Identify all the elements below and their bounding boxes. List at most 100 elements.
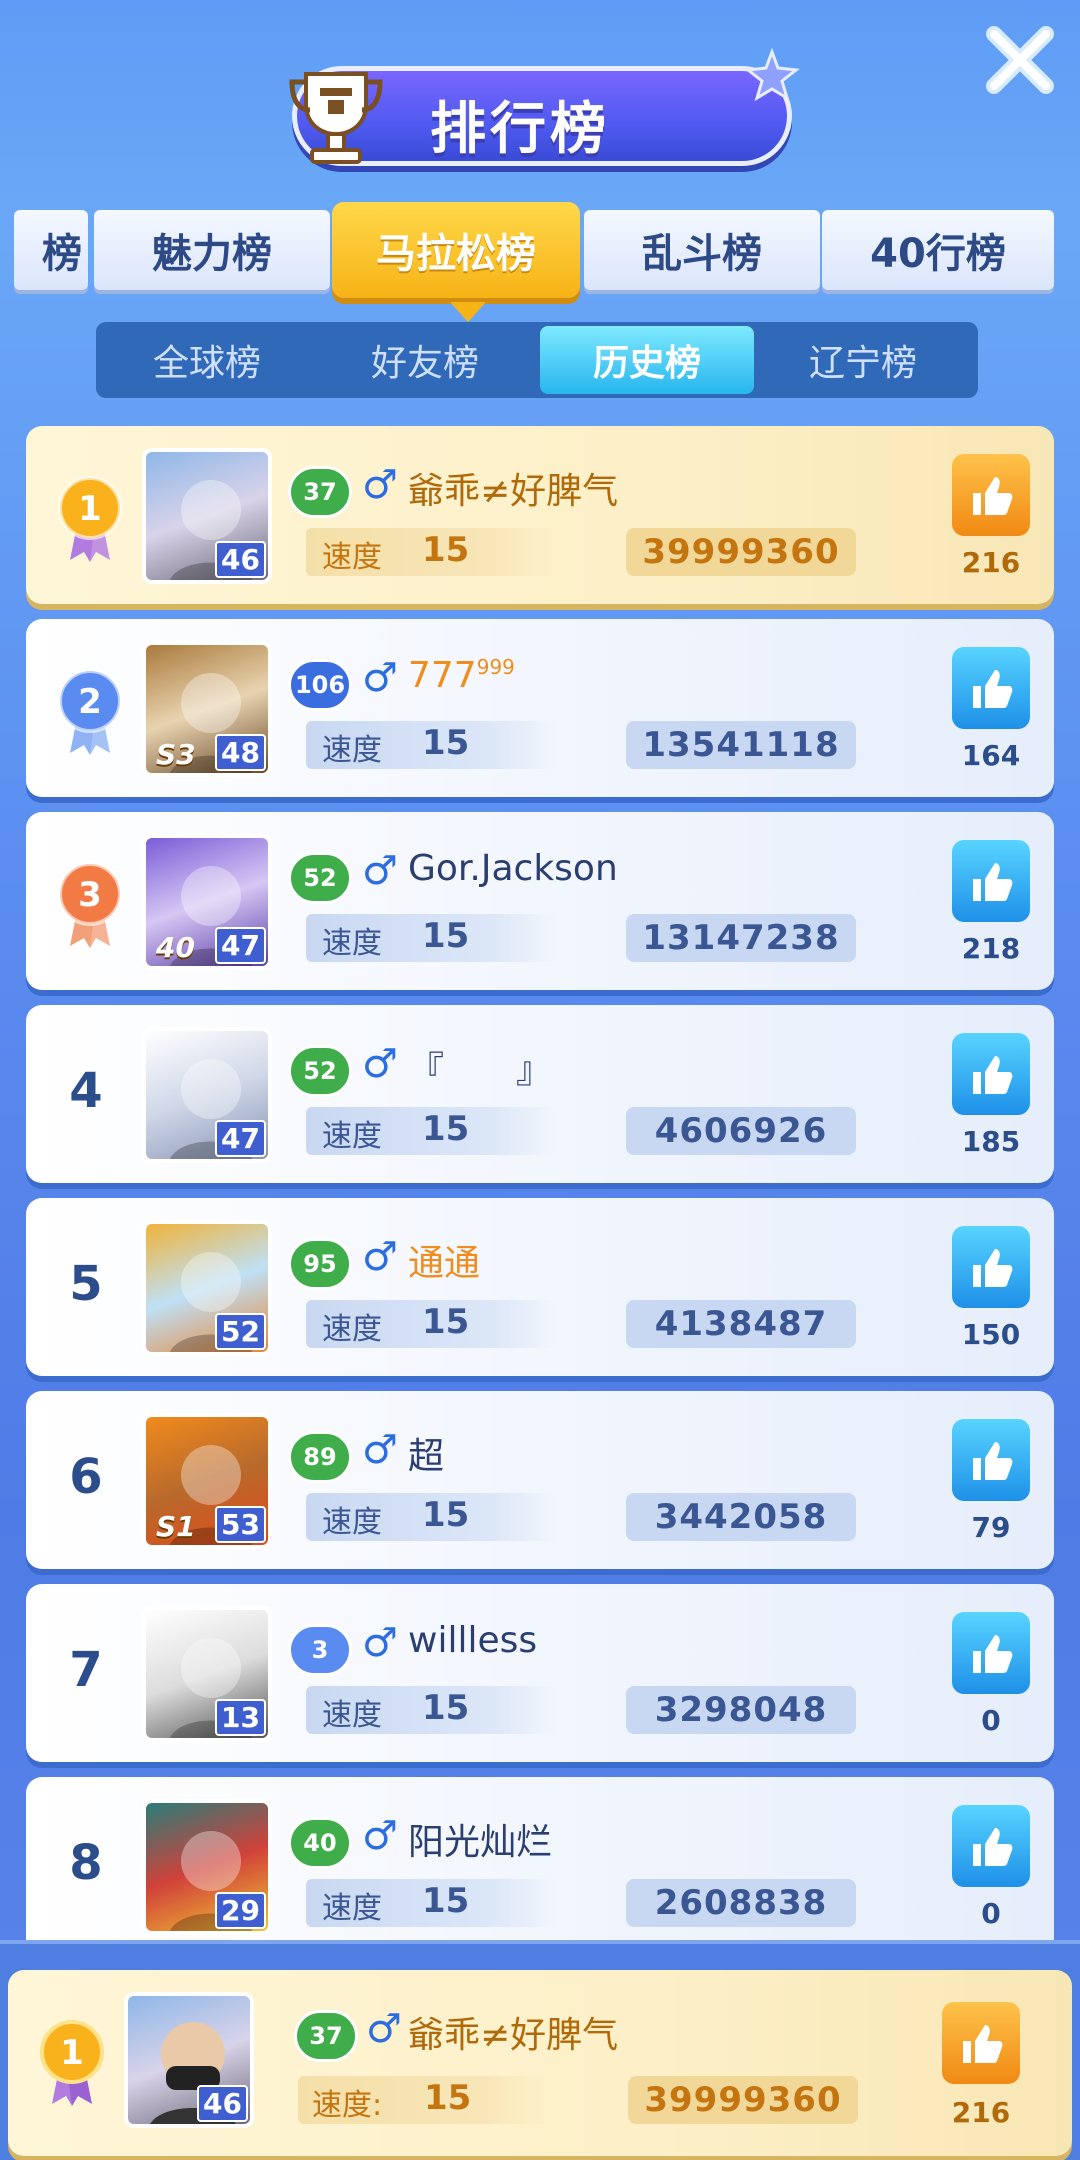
thumbs-up-icon — [973, 1828, 1013, 1866]
tab-40lines[interactable]: 40行榜 — [822, 210, 1054, 290]
avatar-level: 29 — [215, 1892, 266, 1929]
thumbs-up-icon — [973, 477, 1013, 515]
avatar-level: 13 — [215, 1699, 266, 1736]
like-count: 79 — [971, 1511, 1011, 1544]
sub-tabs: 全球榜 好友榜 历史榜 辽宁榜 — [96, 322, 978, 398]
avatar[interactable]: 47 — [142, 1027, 272, 1163]
score: 13541118 — [626, 721, 856, 769]
male-icon: ♂ — [362, 655, 398, 701]
score: 2608838 — [626, 1879, 856, 1927]
thumbs-up-icon — [973, 1442, 1013, 1480]
player-name: 超 — [408, 1427, 444, 1479]
level-badge: 37 — [288, 466, 352, 518]
subtab-friends[interactable]: 好友榜 — [318, 326, 532, 394]
leaderboard-title-banner: 排行榜 — [280, 48, 800, 172]
rank-number: 5 — [69, 1256, 103, 1312]
like-count: 216 — [951, 2096, 1011, 2129]
subtab-history[interactable]: 历史榜 — [540, 326, 754, 394]
speed-value: 15 — [422, 1688, 470, 1728]
avatar-level: 46 — [197, 2085, 248, 2122]
like-count: 164 — [961, 739, 1021, 772]
rank-text: 1 — [78, 489, 102, 529]
level-badge: 40 — [288, 1817, 352, 1869]
avatar[interactable]: 52 — [142, 1220, 272, 1356]
tab-label: 乱斗榜 — [642, 231, 762, 277]
like-button[interactable] — [952, 1612, 1030, 1694]
like-button[interactable] — [952, 1805, 1030, 1887]
thumbs-up-icon — [973, 670, 1013, 708]
leaderboard-row[interactable]: 8 29 40 ♂ 阳光灿烂 速度 15 2608838 0 — [26, 1777, 1054, 1955]
rank-number: 6 — [69, 1449, 103, 1505]
like-button[interactable] — [942, 2002, 1020, 2084]
leaderboard-row[interactable]: 1 46 37 ♂ 爺乖≠好脾气 速度 15 39999360 216 — [26, 426, 1054, 604]
tab-marathon[interactable]: 马拉松榜 — [332, 202, 580, 298]
like-button[interactable] — [952, 840, 1030, 922]
level-badge: 52 — [288, 1045, 352, 1097]
main-tabs: 榜 魅力榜 马拉松榜 乱斗榜 40行榜 — [14, 202, 1054, 322]
name-superscript: 999 — [476, 655, 515, 679]
like-count: 0 — [981, 1897, 1001, 1930]
subtab-liaoning[interactable]: 辽宁榜 — [756, 326, 970, 394]
avatar-level: 47 — [215, 1120, 266, 1157]
avatar-tag: S3 — [156, 738, 196, 771]
avatar-level: 52 — [215, 1313, 266, 1350]
speed-label: 速度 — [322, 1312, 382, 1347]
avatar[interactable]: 40 47 — [142, 834, 272, 970]
like-button[interactable] — [952, 647, 1030, 729]
rank-number: 4 — [69, 1063, 103, 1119]
player-name: willless — [408, 1620, 537, 1661]
score: 13147238 — [626, 914, 856, 962]
male-icon: ♂ — [362, 1234, 398, 1280]
score: 4606926 — [626, 1107, 856, 1155]
tab-partial[interactable]: 榜 — [14, 210, 88, 290]
speed-label: 速度: — [312, 2088, 383, 2123]
male-icon: ♂ — [366, 2006, 402, 2052]
tab-label: 榜 — [42, 231, 82, 277]
score: 39999360 — [626, 528, 856, 576]
tab-brawl[interactable]: 乱斗榜 — [584, 210, 820, 290]
leaderboard-row[interactable]: 5 52 95 ♂ 通通 速度 15 4138487 150 — [26, 1198, 1054, 1376]
leaderboard-row[interactable]: 2 S3 48 106 ♂ 777999 速度 15 13541118 164 — [26, 619, 1054, 797]
gold-medal-icon: 1 — [40, 2020, 104, 2106]
like-button[interactable] — [952, 1419, 1030, 1501]
speed-label: 速度 — [322, 1891, 382, 1926]
speed-label: 速度 — [322, 1119, 382, 1154]
speed-label: 速度 — [322, 1698, 382, 1733]
level-badge: 95 — [288, 1238, 352, 1290]
my-rank-row[interactable]: 1 46 37 ♂ 爺乖≠好脾气 速度: 15 39999360 216 — [8, 1970, 1072, 2156]
subtab-global[interactable]: 全球榜 — [100, 326, 314, 394]
avatar[interactable]: S3 48 — [142, 641, 272, 777]
male-icon: ♂ — [362, 848, 398, 894]
leaderboard-row[interactable]: 4 47 52 ♂ 『 』 速度 15 4606926 185 — [26, 1005, 1054, 1183]
rank-number: 8 — [69, 1835, 103, 1891]
avatar[interactable]: 13 — [142, 1606, 272, 1742]
player-name-text: willless — [408, 1620, 538, 1661]
like-button[interactable] — [952, 454, 1030, 536]
leaderboard-row[interactable]: 7 13 3 ♂ willless 速度 15 3298048 0 — [26, 1584, 1054, 1762]
rank-number: 7 — [69, 1642, 103, 1698]
player-name-text: 爺乖≠好脾气 — [408, 471, 619, 512]
leaderboard-row[interactable]: 3 40 47 52 ♂ Gor.Jackson 速度 15 13147238 … — [26, 812, 1054, 990]
tab-charm[interactable]: 魅力榜 — [94, 210, 330, 290]
leaderboard-row[interactable]: 6 S1 53 89 ♂ 超 速度 15 3442058 79 — [26, 1391, 1054, 1569]
close-icon[interactable] — [980, 20, 1060, 100]
score: 3298048 — [626, 1686, 856, 1734]
avatar[interactable]: S1 53 — [142, 1413, 272, 1549]
like-button[interactable] — [952, 1226, 1030, 1308]
like-button[interactable] — [952, 1033, 1030, 1115]
avatar[interactable]: 29 — [142, 1799, 272, 1935]
speed-value: 15 — [424, 2078, 472, 2118]
player-name: 阳光灿烂 — [408, 1813, 552, 1865]
rank-text: 2 — [78, 682, 102, 722]
avatar-tag: 40 — [156, 931, 195, 964]
avatar[interactable]: 46 — [124, 1992, 254, 2128]
score: 4138487 — [626, 1300, 856, 1348]
avatar[interactable]: 46 — [142, 448, 272, 584]
svg-text:1: 1 — [60, 2033, 84, 2073]
rank-text: 3 — [78, 875, 102, 915]
male-icon: ♂ — [362, 1427, 398, 1473]
rank-medal-icon: 1 — [58, 476, 122, 562]
speed-value: 15 — [422, 1109, 470, 1149]
trophy-icon — [289, 72, 383, 164]
level-badge: 37 — [294, 2010, 358, 2062]
